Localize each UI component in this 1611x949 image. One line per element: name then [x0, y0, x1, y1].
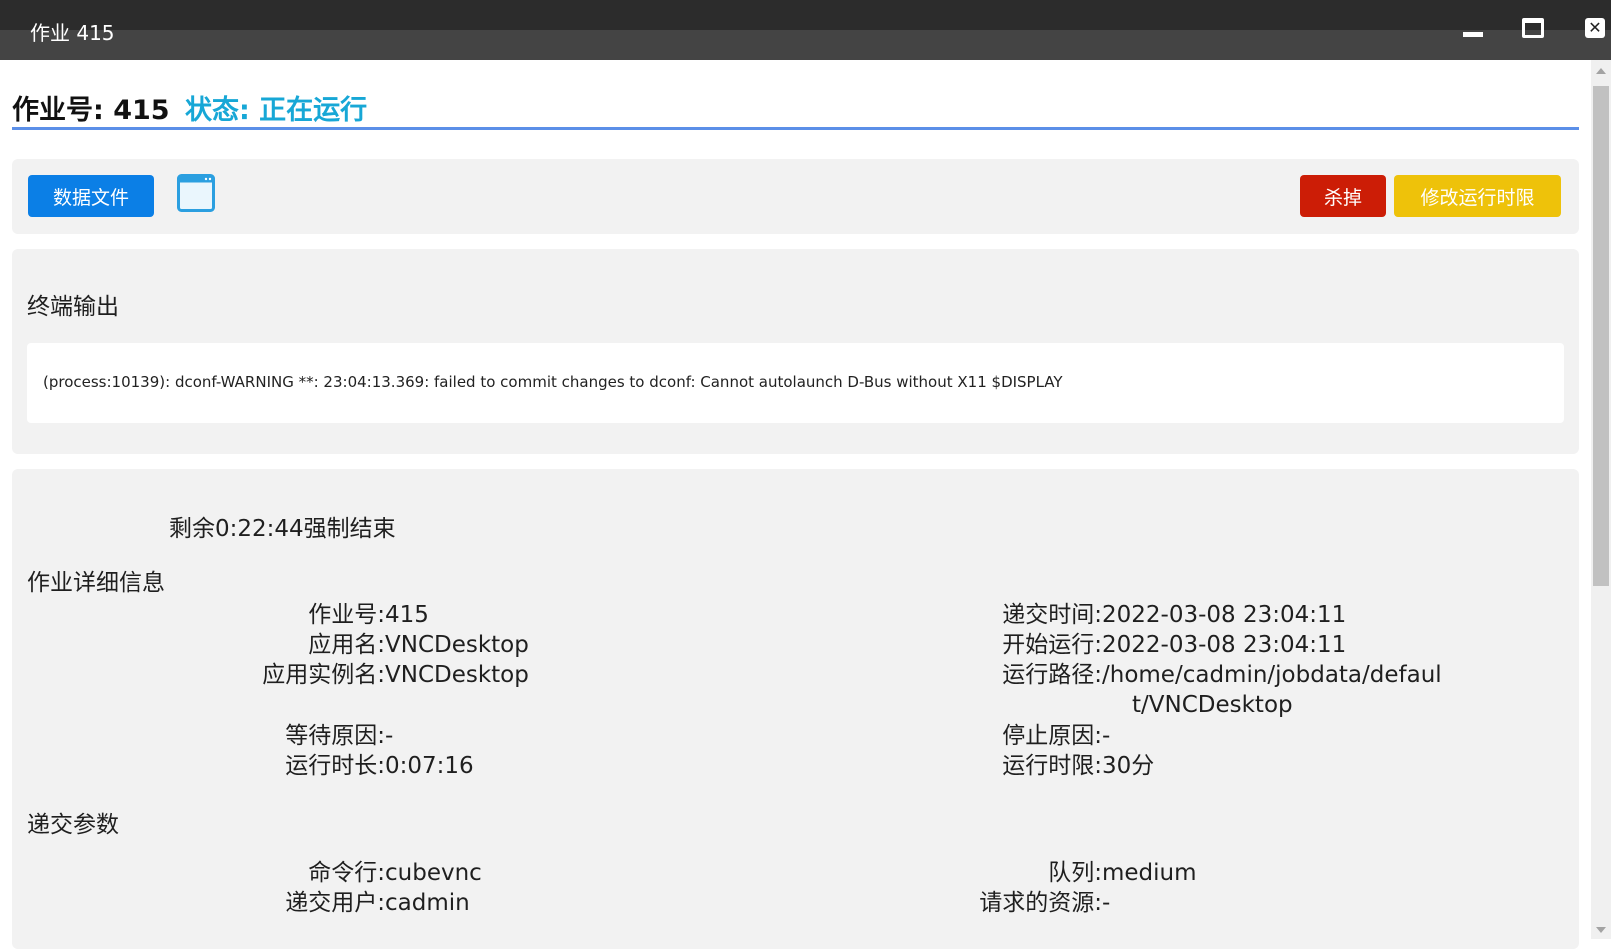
- job-number-heading: 作业号: 415: [12, 95, 170, 126]
- window-titlebar: 作业 415 ✕: [0, 0, 1611, 60]
- param-row-queue: 队列:medium: [1048, 860, 1197, 886]
- detail-row-run-path: 运行路径:/home/cadmin/jobdata/defaul: [1002, 662, 1442, 688]
- job-details-panel: 剩余0:22:44强制结束 作业详细信息 作业号:415 应用名:VNCDesk…: [12, 469, 1579, 949]
- window-title: 作业 415: [30, 21, 115, 45]
- page-title: 作业号: 415 状态: 正在运行: [12, 88, 367, 127]
- action-toolbar: 数据文件 杀掉 修改运行时限: [12, 159, 1579, 234]
- window-icon[interactable]: [177, 174, 215, 212]
- param-row-requested-resources: 请求的资源:-: [979, 890, 1111, 916]
- detail-row-time-limit: 运行时限:30分: [1002, 753, 1155, 779]
- detail-row-stop-reason: 停止原因:-: [1002, 723, 1111, 749]
- maximize-icon: [1522, 18, 1544, 38]
- detail-row-submit-time: 递交时间:2022-03-08 23:04:11: [1002, 602, 1347, 628]
- terminal-output-panel: 终端输出 (process:10139): dconf-WARNING **: …: [12, 249, 1579, 454]
- terminal-output-title: 终端输出: [27, 294, 119, 320]
- job-status-heading: 状态: 正在运行: [184, 95, 368, 126]
- detail-run-path-continued: t/VNCDesktop: [1132, 692, 1293, 718]
- data-file-button[interactable]: 数据文件: [28, 175, 154, 217]
- scroll-down-arrow-icon[interactable]: [1596, 927, 1606, 933]
- minimize-button[interactable]: [1460, 16, 1486, 40]
- terminal-output-line: (process:10139): dconf-WARNING **: 23:04…: [43, 373, 1063, 391]
- detail-row-start-time: 开始运行:2022-03-08 23:04:11: [1002, 632, 1347, 658]
- close-icon: ✕: [1585, 18, 1605, 38]
- heading-divider: [12, 127, 1579, 130]
- change-time-limit-button[interactable]: 修改运行时限: [1394, 175, 1561, 217]
- terminal-output-box: (process:10139): dconf-WARNING **: 23:04…: [27, 343, 1564, 423]
- job-details-title: 作业详细信息: [27, 570, 165, 596]
- minimize-icon: [1463, 31, 1483, 37]
- scrollbar-thumb[interactable]: [1593, 86, 1609, 586]
- vertical-scrollbar[interactable]: [1591, 60, 1611, 939]
- remaining-time-text: 剩余0:22:44强制结束: [169, 516, 396, 542]
- kill-button[interactable]: 杀掉: [1300, 175, 1386, 217]
- close-button[interactable]: ✕: [1582, 16, 1608, 40]
- maximize-button[interactable]: [1520, 16, 1546, 40]
- scroll-up-arrow-icon[interactable]: [1596, 68, 1606, 74]
- submit-params-title: 递交参数: [27, 812, 119, 838]
